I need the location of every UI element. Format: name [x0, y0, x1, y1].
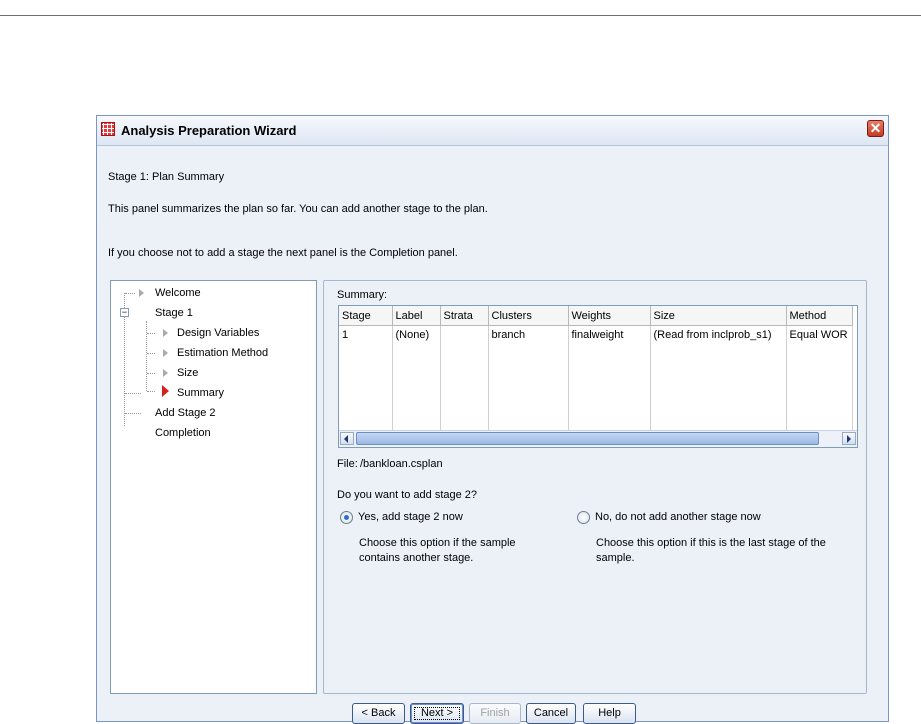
- next-button[interactable]: Next >: [410, 703, 464, 724]
- radio-selected-dot: [344, 515, 349, 520]
- back-button[interactable]: < Back: [352, 703, 405, 724]
- column-header[interactable]: Clusters: [488, 306, 569, 326]
- finish-button[interactable]: Finish: [469, 703, 521, 724]
- cancel-button[interactable]: Cancel: [526, 703, 576, 724]
- step-pointer-icon: [163, 349, 168, 357]
- radio-yes-add-stage[interactable]: [340, 511, 353, 524]
- tree-item-size[interactable]: Size: [177, 365, 198, 381]
- table-row[interactable]: 1 (None) branch finalweight (Read from i…: [339, 325, 853, 344]
- tree-item-add-stage2[interactable]: Add Stage 2: [155, 405, 216, 421]
- file-label: File:: [337, 458, 358, 470]
- table-cell: (None): [392, 325, 441, 344]
- no-option-label[interactable]: No, do not add another stage now: [595, 511, 761, 523]
- panel-heading: Stage 1: Plan Summary: [108, 171, 225, 183]
- scroll-right-button[interactable]: [842, 432, 856, 445]
- column-header[interactable]: Strata: [440, 306, 489, 326]
- summary-table: Stage Label Strata Clusters Weights Size…: [339, 306, 853, 447]
- wizard-step-tree: Welcome − Stage 1 Design Variables Estim…: [110, 280, 317, 694]
- step-pointer-icon: [163, 329, 168, 337]
- table-cell: Equal WOR: [786, 325, 853, 344]
- summary-label: Summary:: [337, 289, 388, 301]
- current-step-icon: [162, 385, 169, 397]
- window-title: Analysis Preparation Wizard: [121, 123, 297, 138]
- page-top-rule: [0, 15, 921, 16]
- horizontal-scrollbar[interactable]: [339, 430, 857, 447]
- arrow-left-icon: [344, 435, 348, 443]
- tree-item-estimation-method[interactable]: Estimation Method: [177, 345, 268, 361]
- file-path: /bankloan.csplan: [360, 458, 443, 470]
- no-option-description: sample.: [596, 552, 635, 564]
- wizard-dialog: Analysis Preparation Wizard ✕ Stage 1: P…: [96, 115, 889, 724]
- tree-item-design-variables[interactable]: Design Variables: [177, 325, 259, 341]
- table-cell: branch: [488, 325, 569, 344]
- tree-item-stage1[interactable]: Stage 1: [155, 305, 193, 321]
- scroll-thumb[interactable]: [356, 432, 819, 445]
- help-button[interactable]: Help: [583, 703, 636, 724]
- completion-note: If you choose not to add a stage the nex…: [108, 247, 458, 259]
- column-header[interactable]: Label: [392, 306, 441, 326]
- table-cell: [440, 325, 489, 344]
- table-cell: 1: [339, 325, 393, 344]
- tree-item-completion[interactable]: Completion: [155, 425, 211, 441]
- yes-option-description: Choose this option if the sample: [359, 537, 516, 549]
- column-header[interactable]: Method: [786, 306, 853, 326]
- collapse-icon[interactable]: −: [120, 308, 129, 317]
- table-cell: finalweight: [568, 325, 651, 344]
- no-option-description: Choose this option if this is the last s…: [596, 537, 826, 549]
- add-stage-question: Do you want to add stage 2?: [337, 489, 478, 501]
- table-cell: (Read from inclprob_s1): [650, 325, 787, 344]
- panel-description: This panel summarizes the plan so far. Y…: [108, 203, 488, 215]
- title-bar[interactable]: Analysis Preparation Wizard ✕: [97, 116, 888, 146]
- spss-table-icon: [101, 122, 115, 136]
- yes-option-description: contains another stage.: [359, 552, 474, 564]
- close-button[interactable]: ✕: [867, 120, 884, 137]
- summary-grid[interactable]: Stage Label Strata Clusters Weights Size…: [338, 305, 858, 448]
- focus-rectangle: [414, 707, 460, 720]
- column-header[interactable]: Weights: [568, 306, 651, 326]
- radio-no-add-stage[interactable]: [577, 511, 590, 524]
- column-header[interactable]: Stage: [339, 306, 393, 326]
- summary-panel: Summary: Stage Label Strata Clusters Wei…: [323, 280, 867, 694]
- scroll-left-button[interactable]: [340, 432, 354, 445]
- tree-item-welcome[interactable]: Welcome: [155, 285, 201, 301]
- step-pointer-icon: [139, 289, 144, 297]
- tree-connector-line: [146, 321, 147, 391]
- arrow-right-icon: [847, 435, 851, 443]
- tree-item-summary[interactable]: Summary: [177, 385, 224, 401]
- step-pointer-icon: [163, 369, 168, 377]
- column-header[interactable]: Size: [650, 306, 787, 326]
- yes-option-label[interactable]: Yes, add stage 2 now: [358, 511, 463, 523]
